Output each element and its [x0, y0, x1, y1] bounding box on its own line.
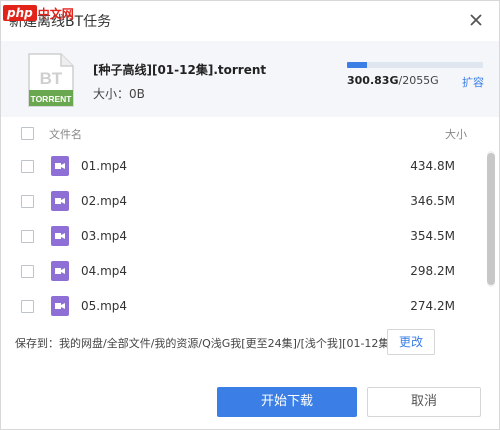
scrollbar-thumb[interactable]	[487, 153, 495, 285]
start-download-button[interactable]: 开始下载	[217, 387, 357, 417]
column-header-name: 文件名	[49, 128, 82, 141]
save-path: 我的网盘/全部文件/我的资源/Q浅G我[更至24集]/[浅个我][01-12集]	[59, 337, 394, 350]
torrent-file-name: [种子高线][01-12集].torrent	[93, 63, 267, 77]
cancel-button[interactable]: 取消	[367, 387, 481, 417]
save-label: 保存到：	[15, 337, 59, 350]
title-bar: php 中文网 新建离线BT任务	[1, 1, 499, 41]
torrent-icon-label: TORRENT	[31, 94, 73, 104]
file-name: 03.mp4	[81, 229, 128, 243]
save-location: 保存到： 我的网盘/全部文件/我的资源/Q浅G我[更至24集]/[浅个我][01…	[1, 329, 499, 357]
file-name: 05.mp4	[81, 299, 128, 313]
close-icon	[470, 14, 482, 26]
close-button[interactable]	[467, 11, 485, 29]
file-row[interactable]: 01.mp4 434.8M	[1, 149, 481, 184]
file-list: 01.mp4 434.8M 02.mp4 346.5M 03.mp4 354.5…	[1, 149, 481, 289]
file-size: 354.5M	[410, 229, 455, 243]
bt-file-icon: BT TORRENT	[28, 53, 74, 107]
storage-used: 300.83G	[347, 74, 399, 87]
file-size: 434.8M	[410, 159, 455, 173]
file-checkbox[interactable]	[21, 300, 34, 313]
file-name: 02.mp4	[81, 194, 128, 208]
file-list-header: 文件名 大小	[1, 121, 481, 145]
file-list-scrollbar[interactable]	[487, 151, 495, 287]
file-checkbox[interactable]	[21, 160, 34, 173]
select-all-checkbox[interactable]	[21, 127, 34, 140]
video-file-icon	[51, 226, 69, 246]
bt-icon-label: BT	[40, 69, 63, 88]
storage-usage-text: 300.83G/2055G	[347, 74, 439, 87]
file-name: 01.mp4	[81, 159, 128, 173]
video-file-icon	[51, 296, 69, 316]
storage-usage-fill	[347, 62, 367, 68]
storage-total: /2055G	[398, 74, 439, 87]
file-size: 274.2M	[410, 299, 455, 313]
watermark-logo: php	[3, 5, 37, 21]
expand-storage-link[interactable]: 扩容	[462, 74, 484, 90]
file-name: 04.mp4	[81, 264, 128, 278]
file-row[interactable]: 05.mp4 274.2M	[1, 289, 481, 324]
file-row[interactable]: 04.mp4 298.2M	[1, 254, 481, 289]
file-row[interactable]: 02.mp4 346.5M	[1, 184, 481, 219]
torrent-file-size: 大小：0B	[93, 87, 145, 101]
change-path-button[interactable]: 更改	[387, 329, 435, 355]
storage-usage-bar	[347, 62, 483, 68]
video-file-icon	[51, 156, 69, 176]
file-checkbox[interactable]	[21, 230, 34, 243]
watermark: php 中文网	[3, 3, 74, 23]
video-file-icon	[51, 191, 69, 211]
file-size: 298.2M	[410, 264, 455, 278]
file-checkbox[interactable]	[21, 195, 34, 208]
video-file-icon	[51, 261, 69, 281]
file-size: 346.5M	[410, 194, 455, 208]
watermark-text: 中文网	[37, 6, 74, 21]
file-row[interactable]: 03.mp4 354.5M	[1, 219, 481, 254]
file-checkbox[interactable]	[21, 265, 34, 278]
torrent-info: BT TORRENT [种子高线][01-12集].torrent 大小：0B …	[1, 41, 499, 117]
new-bt-task-dialog: php 中文网 新建离线BT任务 BT TORRENT [种子高线][01-12…	[0, 0, 500, 430]
column-header-size: 大小	[445, 128, 467, 141]
